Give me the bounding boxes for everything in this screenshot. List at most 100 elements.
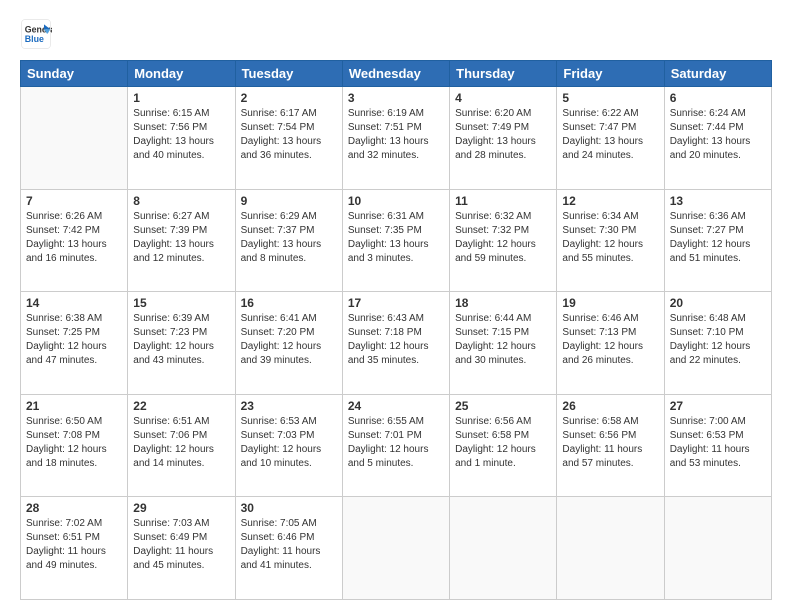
sunset-text: Sunset: 7:42 PM — [26, 224, 122, 238]
calendar-week-row: 1 Sunrise: 6:15 AM Sunset: 7:56 PM Dayli… — [21, 87, 772, 190]
calendar-cell: 21 Sunrise: 6:50 AM Sunset: 7:08 PM Dayl… — [21, 394, 128, 497]
sunset-text: Sunset: 7:20 PM — [241, 326, 337, 340]
daylight-text: Daylight: 12 hours and 55 minutes. — [562, 238, 658, 266]
day-number: 27 — [670, 399, 766, 413]
day-number: 5 — [562, 91, 658, 105]
sunrise-text: Sunrise: 6:26 AM — [26, 210, 122, 224]
cell-info: Sunrise: 6:19 AM Sunset: 7:51 PM Dayligh… — [348, 107, 444, 163]
cell-info: Sunrise: 6:22 AM Sunset: 7:47 PM Dayligh… — [562, 107, 658, 163]
day-number: 21 — [26, 399, 122, 413]
daylight-text: Daylight: 11 hours and 53 minutes. — [670, 443, 766, 471]
day-number: 12 — [562, 194, 658, 208]
calendar-week-row: 14 Sunrise: 6:38 AM Sunset: 7:25 PM Dayl… — [21, 292, 772, 395]
sunrise-text: Sunrise: 6:53 AM — [241, 415, 337, 429]
cell-info: Sunrise: 6:58 AM Sunset: 6:56 PM Dayligh… — [562, 415, 658, 471]
day-number: 7 — [26, 194, 122, 208]
daylight-text: Daylight: 11 hours and 57 minutes. — [562, 443, 658, 471]
sunset-text: Sunset: 7:51 PM — [348, 121, 444, 135]
sunrise-text: Sunrise: 6:55 AM — [348, 415, 444, 429]
calendar-cell: 2 Sunrise: 6:17 AM Sunset: 7:54 PM Dayli… — [235, 87, 342, 190]
sunset-text: Sunset: 7:08 PM — [26, 429, 122, 443]
calendar-cell: 19 Sunrise: 6:46 AM Sunset: 7:13 PM Dayl… — [557, 292, 664, 395]
calendar-header-row: SundayMondayTuesdayWednesdayThursdayFrid… — [21, 61, 772, 87]
sunset-text: Sunset: 7:44 PM — [670, 121, 766, 135]
daylight-text: Daylight: 13 hours and 24 minutes. — [562, 135, 658, 163]
sunset-text: Sunset: 7:54 PM — [241, 121, 337, 135]
sunset-text: Sunset: 7:03 PM — [241, 429, 337, 443]
calendar-cell: 15 Sunrise: 6:39 AM Sunset: 7:23 PM Dayl… — [128, 292, 235, 395]
calendar-cell: 29 Sunrise: 7:03 AM Sunset: 6:49 PM Dayl… — [128, 497, 235, 600]
sunrise-text: Sunrise: 6:17 AM — [241, 107, 337, 121]
sunrise-text: Sunrise: 6:44 AM — [455, 312, 551, 326]
cell-info: Sunrise: 7:00 AM Sunset: 6:53 PM Dayligh… — [670, 415, 766, 471]
daylight-text: Daylight: 12 hours and 18 minutes. — [26, 443, 122, 471]
cell-info: Sunrise: 6:43 AM Sunset: 7:18 PM Dayligh… — [348, 312, 444, 368]
calendar-cell: 9 Sunrise: 6:29 AM Sunset: 7:37 PM Dayli… — [235, 189, 342, 292]
calendar-cell: 24 Sunrise: 6:55 AM Sunset: 7:01 PM Dayl… — [342, 394, 449, 497]
day-number: 19 — [562, 296, 658, 310]
cell-info: Sunrise: 6:32 AM Sunset: 7:32 PM Dayligh… — [455, 210, 551, 266]
cell-info: Sunrise: 6:24 AM Sunset: 7:44 PM Dayligh… — [670, 107, 766, 163]
calendar-cell: 6 Sunrise: 6:24 AM Sunset: 7:44 PM Dayli… — [664, 87, 771, 190]
calendar-week-row: 28 Sunrise: 7:02 AM Sunset: 6:51 PM Dayl… — [21, 497, 772, 600]
daylight-text: Daylight: 13 hours and 3 minutes. — [348, 238, 444, 266]
sunset-text: Sunset: 7:37 PM — [241, 224, 337, 238]
cell-info: Sunrise: 6:53 AM Sunset: 7:03 PM Dayligh… — [241, 415, 337, 471]
sunrise-text: Sunrise: 6:24 AM — [670, 107, 766, 121]
daylight-text: Daylight: 12 hours and 51 minutes. — [670, 238, 766, 266]
sunset-text: Sunset: 7:15 PM — [455, 326, 551, 340]
day-number: 18 — [455, 296, 551, 310]
sunrise-text: Sunrise: 6:51 AM — [133, 415, 229, 429]
daylight-text: Daylight: 11 hours and 41 minutes. — [241, 545, 337, 573]
sunset-text: Sunset: 6:58 PM — [455, 429, 551, 443]
sunset-text: Sunset: 6:51 PM — [26, 531, 122, 545]
page: General Blue SundayMondayTuesdayWednesda… — [0, 0, 792, 612]
sunrise-text: Sunrise: 6:31 AM — [348, 210, 444, 224]
calendar-cell: 26 Sunrise: 6:58 AM Sunset: 6:56 PM Dayl… — [557, 394, 664, 497]
cell-info: Sunrise: 6:27 AM Sunset: 7:39 PM Dayligh… — [133, 210, 229, 266]
cell-info: Sunrise: 6:31 AM Sunset: 7:35 PM Dayligh… — [348, 210, 444, 266]
day-number: 1 — [133, 91, 229, 105]
sunset-text: Sunset: 7:13 PM — [562, 326, 658, 340]
calendar-cell: 22 Sunrise: 6:51 AM Sunset: 7:06 PM Dayl… — [128, 394, 235, 497]
sunset-text: Sunset: 7:27 PM — [670, 224, 766, 238]
weekday-header: Tuesday — [235, 61, 342, 87]
day-number: 4 — [455, 91, 551, 105]
calendar-cell: 18 Sunrise: 6:44 AM Sunset: 7:15 PM Dayl… — [450, 292, 557, 395]
logo: General Blue — [20, 18, 56, 50]
cell-info: Sunrise: 6:17 AM Sunset: 7:54 PM Dayligh… — [241, 107, 337, 163]
sunrise-text: Sunrise: 6:39 AM — [133, 312, 229, 326]
daylight-text: Daylight: 12 hours and 10 minutes. — [241, 443, 337, 471]
sunrise-text: Sunrise: 6:46 AM — [562, 312, 658, 326]
day-number: 6 — [670, 91, 766, 105]
day-number: 11 — [455, 194, 551, 208]
calendar-cell: 17 Sunrise: 6:43 AM Sunset: 7:18 PM Dayl… — [342, 292, 449, 395]
sunrise-text: Sunrise: 6:41 AM — [241, 312, 337, 326]
calendar-cell: 20 Sunrise: 6:48 AM Sunset: 7:10 PM Dayl… — [664, 292, 771, 395]
daylight-text: Daylight: 13 hours and 12 minutes. — [133, 238, 229, 266]
sunrise-text: Sunrise: 6:58 AM — [562, 415, 658, 429]
sunrise-text: Sunrise: 6:29 AM — [241, 210, 337, 224]
cell-info: Sunrise: 6:56 AM Sunset: 6:58 PM Dayligh… — [455, 415, 551, 471]
calendar-cell — [557, 497, 664, 600]
cell-info: Sunrise: 6:39 AM Sunset: 7:23 PM Dayligh… — [133, 312, 229, 368]
daylight-text: Daylight: 11 hours and 49 minutes. — [26, 545, 122, 573]
calendar-week-row: 7 Sunrise: 6:26 AM Sunset: 7:42 PM Dayli… — [21, 189, 772, 292]
cell-info: Sunrise: 6:41 AM Sunset: 7:20 PM Dayligh… — [241, 312, 337, 368]
sunset-text: Sunset: 7:06 PM — [133, 429, 229, 443]
sunrise-text: Sunrise: 6:27 AM — [133, 210, 229, 224]
sunset-text: Sunset: 6:46 PM — [241, 531, 337, 545]
calendar-cell: 10 Sunrise: 6:31 AM Sunset: 7:35 PM Dayl… — [342, 189, 449, 292]
calendar-cell: 25 Sunrise: 6:56 AM Sunset: 6:58 PM Dayl… — [450, 394, 557, 497]
cell-info: Sunrise: 6:50 AM Sunset: 7:08 PM Dayligh… — [26, 415, 122, 471]
day-number: 24 — [348, 399, 444, 413]
cell-info: Sunrise: 7:03 AM Sunset: 6:49 PM Dayligh… — [133, 517, 229, 573]
calendar-cell: 3 Sunrise: 6:19 AM Sunset: 7:51 PM Dayli… — [342, 87, 449, 190]
daylight-text: Daylight: 13 hours and 40 minutes. — [133, 135, 229, 163]
sunrise-text: Sunrise: 6:34 AM — [562, 210, 658, 224]
sunrise-text: Sunrise: 6:56 AM — [455, 415, 551, 429]
weekday-header: Sunday — [21, 61, 128, 87]
sunset-text: Sunset: 6:49 PM — [133, 531, 229, 545]
cell-info: Sunrise: 6:34 AM Sunset: 7:30 PM Dayligh… — [562, 210, 658, 266]
sunset-text: Sunset: 7:25 PM — [26, 326, 122, 340]
